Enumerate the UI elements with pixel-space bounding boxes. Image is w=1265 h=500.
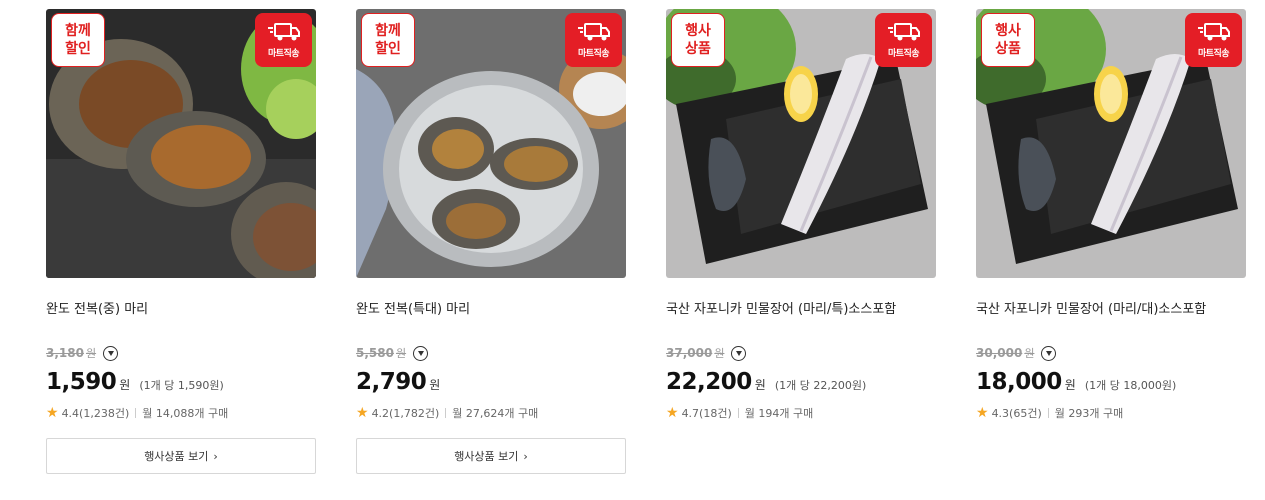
per-unit-price: (1개 당 18,000원) bbox=[1084, 379, 1177, 392]
star-icon: ★ bbox=[46, 405, 59, 421]
rating-row: ★ 4.7(18건) 월 194개 구매 bbox=[666, 405, 813, 421]
chevron-right-icon: › bbox=[523, 449, 528, 463]
per-unit-price: (1개 당 1,590원) bbox=[139, 379, 224, 392]
monthly-purchases: 월 293개 구매 bbox=[1054, 407, 1124, 420]
original-price: 37,000 bbox=[666, 346, 713, 360]
truck-icon bbox=[267, 23, 300, 41]
per-unit-price: (1개 당 22,200원) bbox=[774, 379, 867, 392]
chevron-right-icon: › bbox=[213, 449, 218, 463]
product-title[interactable]: 국산 자포니카 민물장어 (마리/특)소스포함 bbox=[666, 298, 966, 317]
mart-badge-label: 마트직송 bbox=[887, 49, 920, 59]
original-price-unit: 원 bbox=[395, 347, 407, 360]
rating-row: ★ 4.2(1,782건) 월 27,624개 구매 bbox=[356, 405, 538, 421]
mart-badge-label: 마트직송 bbox=[577, 49, 610, 59]
mart-delivery-badge: 마트직송 bbox=[875, 13, 932, 67]
product-thumbnail[interactable]: 함께 할인 마트직송 bbox=[356, 9, 626, 278]
truck-icon bbox=[887, 23, 920, 41]
promo-badge: 함께 할인 bbox=[361, 13, 415, 67]
star-icon: ★ bbox=[976, 405, 989, 421]
event-button-label: 행사상품 보기 bbox=[144, 450, 209, 463]
star-icon: ★ bbox=[356, 405, 369, 421]
original-price: 5,580 bbox=[356, 346, 394, 360]
mart-badge-label: 마트직송 bbox=[267, 49, 300, 59]
sale-price: 22,200 bbox=[666, 369, 752, 395]
rating-text: 4.3(65건) bbox=[991, 407, 1042, 420]
price-info-dropdown-icon[interactable] bbox=[1041, 345, 1057, 361]
original-price: 3,180 bbox=[46, 346, 84, 360]
sale-price: 18,000 bbox=[976, 369, 1062, 395]
price-row: 2,790 원 bbox=[356, 369, 440, 395]
product-card[interactable]: 함께 할인 마트직송 완도 전복(특대) 마리 5,580 원 2,790 원 … bbox=[356, 9, 626, 474]
original-price-row: 5,580 원 bbox=[356, 345, 429, 361]
event-button-label: 행사상품 보기 bbox=[454, 450, 519, 463]
divider bbox=[737, 408, 739, 418]
sale-price: 2,790 bbox=[356, 369, 427, 395]
view-event-products-button[interactable]: 행사상품 보기 › bbox=[46, 438, 316, 474]
original-price-row: 37,000 원 bbox=[666, 345, 747, 361]
mart-delivery-badge: 마트직송 bbox=[255, 13, 312, 67]
original-price-row: 30,000 원 bbox=[976, 345, 1057, 361]
sale-price-unit: 원 bbox=[1064, 378, 1076, 392]
monthly-purchases: 월 27,624개 구매 bbox=[452, 407, 539, 420]
promo-badge: 행사 상품 bbox=[671, 13, 725, 67]
divider bbox=[135, 408, 137, 418]
product-thumbnail[interactable]: 행사 상품 마트직송 bbox=[666, 9, 936, 278]
original-price-unit: 원 bbox=[1024, 347, 1035, 360]
rating-row: ★ 4.4(1,238건) 월 14,088개 구매 bbox=[46, 405, 228, 421]
original-price: 30,000 bbox=[976, 346, 1023, 360]
original-price-row: 3,180 원 bbox=[46, 345, 119, 361]
product-title[interactable]: 완도 전복(중) 마리 bbox=[46, 298, 346, 317]
product-title[interactable]: 국산 자포니카 민물장어 (마리/대)소스포함 bbox=[976, 298, 1265, 317]
original-price-unit: 원 bbox=[714, 347, 725, 360]
truck-icon bbox=[1197, 23, 1230, 41]
mart-delivery-badge: 마트직송 bbox=[1185, 13, 1242, 67]
rating-text: 4.2(1,782건) bbox=[371, 407, 440, 420]
sale-price: 1,590 bbox=[46, 369, 117, 395]
sale-price-unit: 원 bbox=[754, 378, 766, 392]
product-thumbnail[interactable]: 함께 할인 마트직송 bbox=[46, 9, 316, 278]
rating-text: 4.4(1,238건) bbox=[61, 407, 130, 420]
price-row: 1,590 원 (1개 당 1,590원) bbox=[46, 369, 224, 395]
sale-price-unit: 원 bbox=[119, 378, 131, 392]
promo-badge: 행사 상품 bbox=[981, 13, 1035, 67]
price-row: 22,200 원 (1개 당 22,200원) bbox=[666, 369, 866, 395]
promo-badge: 함께 할인 bbox=[51, 13, 105, 67]
monthly-purchases: 월 194개 구매 bbox=[744, 407, 814, 420]
mart-badge-label: 마트직송 bbox=[1197, 49, 1230, 59]
product-thumbnail[interactable]: 행사 상품 마트직송 bbox=[976, 9, 1246, 278]
price-info-dropdown-icon[interactable] bbox=[103, 345, 119, 361]
rating-text: 4.7(18건) bbox=[681, 407, 732, 420]
monthly-purchases: 월 14,088개 구매 bbox=[142, 407, 229, 420]
price-info-dropdown-icon[interactable] bbox=[731, 345, 747, 361]
rating-row: ★ 4.3(65건) 월 293개 구매 bbox=[976, 405, 1123, 421]
original-price-unit: 원 bbox=[85, 347, 97, 360]
price-row: 18,000 원 (1개 당 18,000원) bbox=[976, 369, 1176, 395]
product-title[interactable]: 완도 전복(특대) 마리 bbox=[356, 298, 656, 317]
mart-delivery-badge: 마트직송 bbox=[565, 13, 622, 67]
sale-price-unit: 원 bbox=[429, 378, 441, 392]
star-icon: ★ bbox=[666, 405, 679, 421]
view-event-products-button[interactable]: 행사상품 보기 › bbox=[356, 438, 626, 474]
product-card[interactable]: 행사 상품 마트직송 국산 자포니카 민물장어 (마리/특)소스포함 37,00… bbox=[666, 9, 936, 420]
product-card[interactable]: 행사 상품 마트직송 국산 자포니카 민물장어 (마리/대)소스포함 30,00… bbox=[976, 9, 1246, 420]
product-card[interactable]: 함께 할인 마트직송 완도 전복(중) 마리 3,180 원 1,590 원 (… bbox=[46, 9, 316, 474]
truck-icon bbox=[577, 23, 610, 41]
divider bbox=[445, 408, 447, 418]
price-info-dropdown-icon[interactable] bbox=[413, 345, 429, 361]
divider bbox=[1047, 408, 1049, 418]
